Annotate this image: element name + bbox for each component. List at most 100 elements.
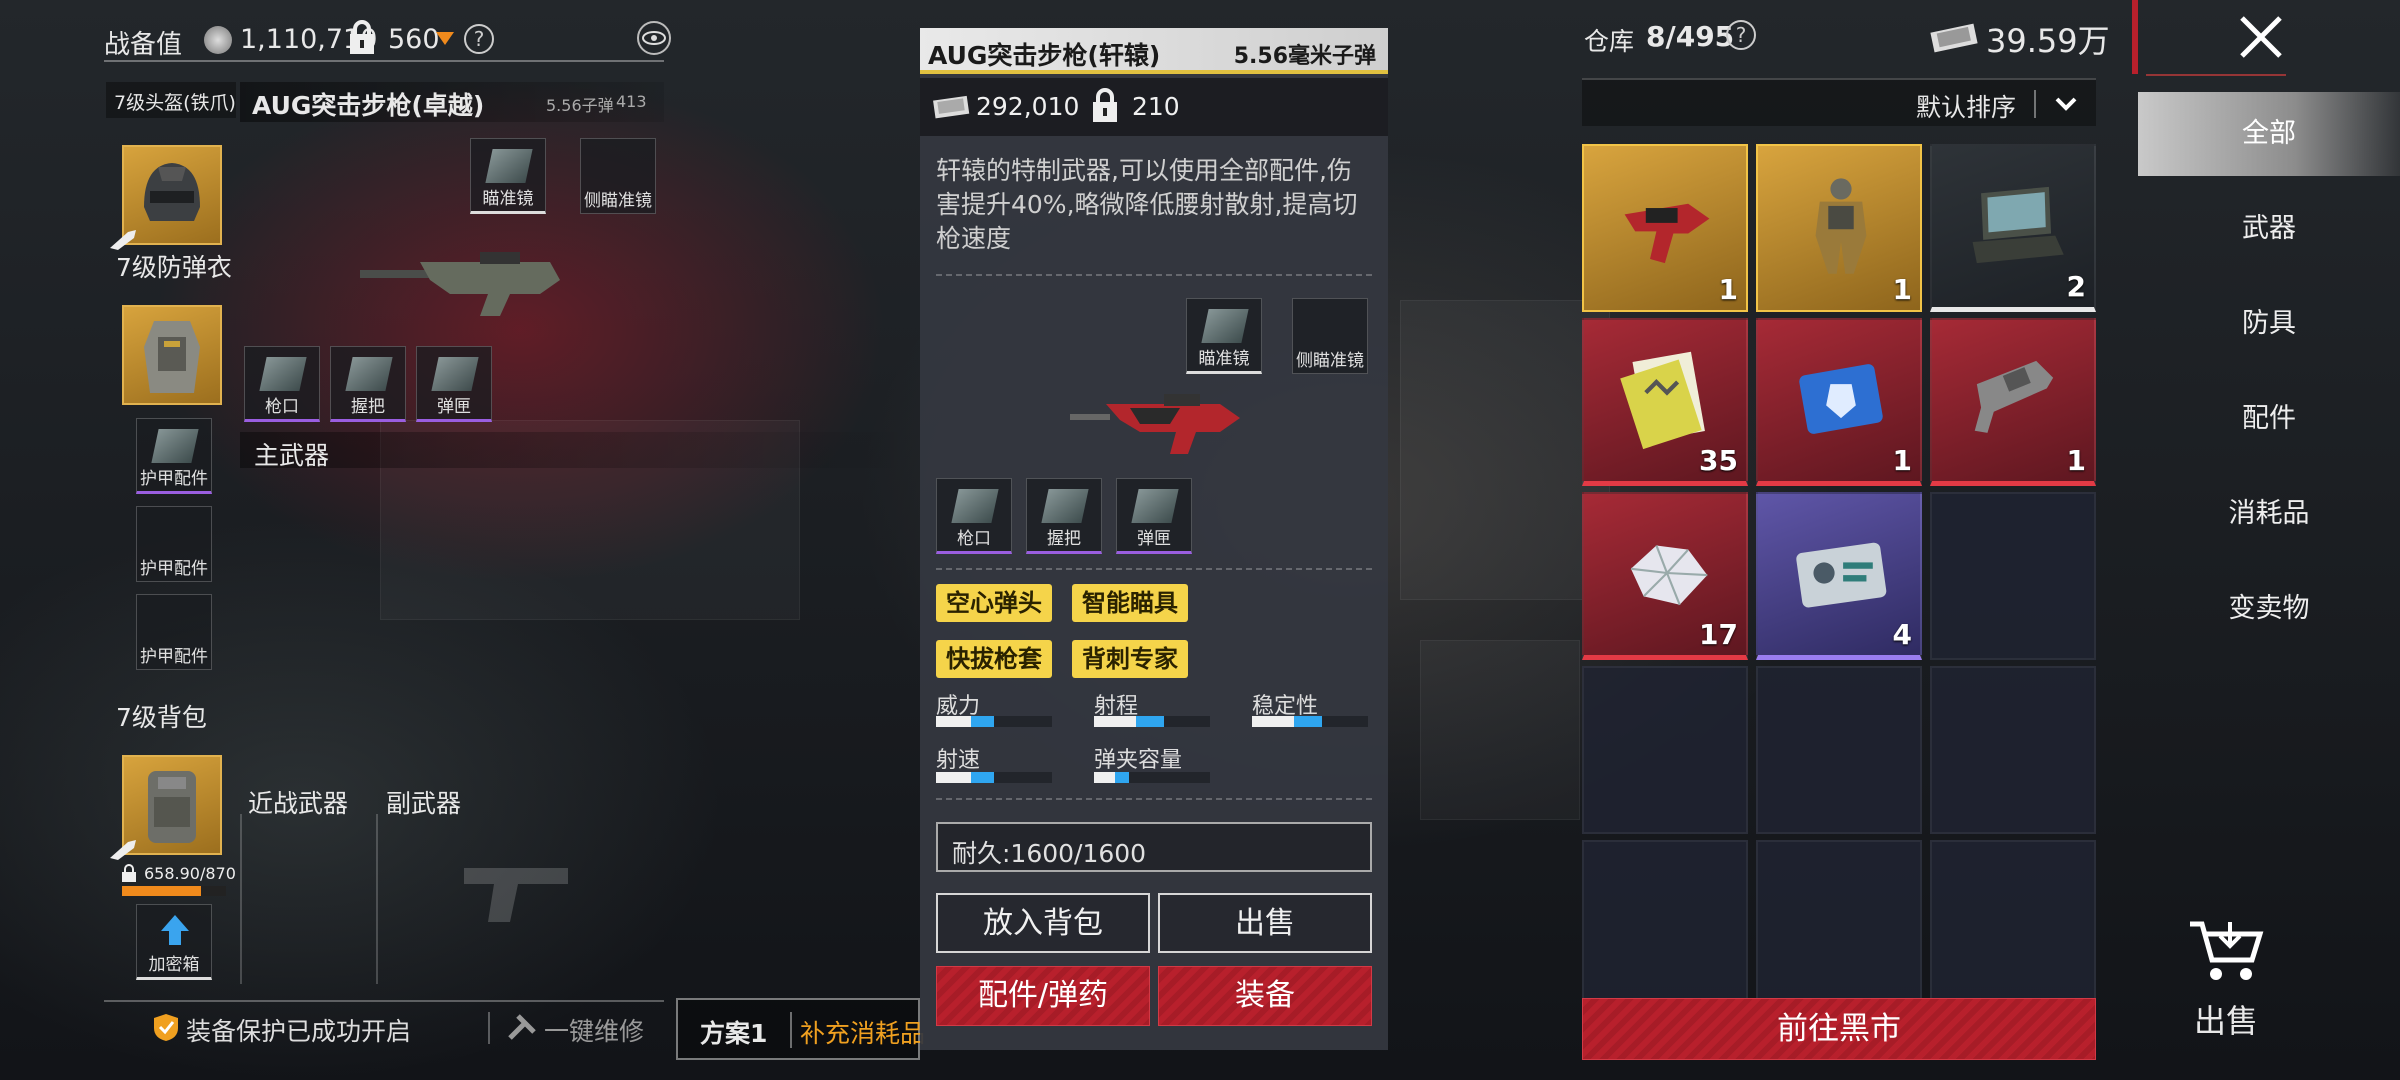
magazine-icon xyxy=(431,357,479,391)
inventory-empty-slot[interactable] xyxy=(1930,840,2096,1008)
black-market-button[interactable]: 前往黑市 xyxy=(1582,998,2096,1060)
detail-rifle-image xyxy=(1070,390,1250,460)
body-armor-icon xyxy=(144,321,200,393)
detail-scope-label: 瞄准镜 xyxy=(1198,349,1250,369)
detail-muzzle-slot[interactable]: 枪口 xyxy=(936,478,1012,554)
put-in-backpack-button[interactable]: 放入背包 xyxy=(936,893,1150,953)
inventory-empty-slot[interactable] xyxy=(1756,840,1922,1008)
chevron-down-icon[interactable] xyxy=(2054,94,2078,114)
shopping-cart-icon[interactable] xyxy=(2186,916,2266,986)
armor-attachment-slot-3[interactable]: 护甲配件 xyxy=(136,594,212,670)
sidebar-item-sellables[interactable]: 变卖物 xyxy=(2138,567,2400,651)
warehouse-count: 8/495 xyxy=(1646,20,1735,53)
muzzle-slot-left[interactable]: 枪口 xyxy=(244,346,320,422)
crate-slot[interactable]: 加密箱 xyxy=(136,904,212,980)
plan-sep xyxy=(790,1012,792,1048)
secondary-slot[interactable] xyxy=(376,814,666,984)
backpack-icon xyxy=(148,771,196,843)
question-circle-icon[interactable]: ? xyxy=(464,24,494,54)
equipped-rifle-image[interactable] xyxy=(360,250,570,320)
shield-check-icon xyxy=(152,1012,180,1042)
inventory-empty-slot[interactable] xyxy=(1930,666,2096,834)
scope-label-left: 瞄准镜 xyxy=(482,189,534,209)
mag-slot-left[interactable]: 弹匣 xyxy=(416,346,492,422)
sort-label[interactable]: 默认排序 xyxy=(1916,88,2016,124)
pistol-icon xyxy=(464,868,568,922)
repair-badge-icon-2 xyxy=(108,838,138,860)
sell-button[interactable]: 出售 xyxy=(1158,893,1372,953)
tag-quick-holster[interactable]: 快拔枪套 xyxy=(936,640,1052,678)
inventory-item-7[interactable]: 17 xyxy=(1582,492,1748,660)
plate-icon xyxy=(151,429,199,463)
stat-magazine-bar xyxy=(1094,772,1210,783)
dropdown-arrow-icon[interactable] xyxy=(436,32,454,45)
crystal-card-icon xyxy=(1788,344,1894,454)
sidebar-item-all[interactable]: 全部 xyxy=(2138,92,2400,176)
armor-attachment-slot-1[interactable]: 护甲配件 xyxy=(136,418,212,494)
detail-grip-slot[interactable]: 握把 xyxy=(1026,478,1102,554)
armor-attachment-slot-2[interactable]: 护甲配件 xyxy=(136,506,212,582)
tag-backstab[interactable]: 背刺专家 xyxy=(1072,640,1188,678)
capacity-bar xyxy=(122,886,226,896)
inventory-empty-slot[interactable] xyxy=(1930,492,2096,660)
inventory-item-8[interactable]: 4 xyxy=(1756,492,1922,660)
sidebar-item-weapons[interactable]: 武器 xyxy=(2138,187,2400,271)
equip-button[interactable]: 装备 xyxy=(1158,966,1372,1026)
sidebar-item-consumables[interactable]: 消耗品 xyxy=(2138,472,2400,556)
side-scope-label-left: 侧瞄准镜 xyxy=(584,191,652,211)
eye-icon[interactable] xyxy=(634,20,674,56)
supply-button[interactable]: 补充消耗品 xyxy=(800,1014,925,1050)
detail-mag-slot[interactable]: 弹匣 xyxy=(1116,478,1192,554)
detail-ammo-type: 5.56毫米子弹 xyxy=(1233,44,1376,69)
scope-slot-left[interactable]: 瞄准镜 xyxy=(470,138,546,214)
sidebar-item-attachments[interactable]: 配件 xyxy=(2138,377,2400,461)
inventory-item-3[interactable]: 2 xyxy=(1930,144,2096,312)
laptop-icon xyxy=(1962,170,2068,280)
inventory-empty-slot[interactable] xyxy=(1582,666,1748,834)
sidebar-sell-label[interactable]: 出售 xyxy=(2194,996,2258,1042)
close-icon[interactable] xyxy=(2236,12,2286,62)
inventory-item-2[interactable]: 1 xyxy=(1756,144,1922,312)
muzzle-icon-detail xyxy=(951,489,999,523)
inventory-item-1[interactable]: 1 xyxy=(1582,144,1748,312)
stat-range-fill xyxy=(1094,716,1164,727)
inventory-item-6[interactable]: 1 xyxy=(1930,318,2096,486)
detail-muzzle-label: 枪口 xyxy=(957,529,991,549)
warehouse-help-icon[interactable]: ? xyxy=(1726,20,1756,50)
detail-price-bar: 292,010 210 xyxy=(920,78,1388,136)
primary-weapon-label: 主武器 xyxy=(254,441,330,470)
parts-ammo-button[interactable]: 配件/弹药 xyxy=(936,966,1150,1026)
armor-slot[interactable] xyxy=(122,305,222,405)
detail-divider-1 xyxy=(936,274,1372,276)
tag-hollow-point[interactable]: 空心弹头 xyxy=(936,584,1052,622)
repair-all-button[interactable]: 一键维修 xyxy=(544,1012,644,1048)
inventory-empty-slot[interactable] xyxy=(1582,840,1748,1008)
tag-smart-sight[interactable]: 智能瞄具 xyxy=(1072,584,1188,622)
stat-power-bar xyxy=(936,716,1052,727)
grip-label-left: 握把 xyxy=(351,397,385,417)
armor-attachment-label-3: 护甲配件 xyxy=(140,647,208,667)
item-count: 1 xyxy=(1718,273,1738,306)
detail-scope-slot[interactable]: 瞄准镜 xyxy=(1186,298,1262,374)
muzzle-label-left: 枪口 xyxy=(265,397,299,417)
detail-title: AUG突击步枪(轩辕) xyxy=(928,41,1161,70)
protection-text: 装备保护已成功开启 xyxy=(186,1017,412,1046)
inventory-empty-slot[interactable] xyxy=(1756,666,1922,834)
repair-tools-icon[interactable] xyxy=(506,1012,538,1042)
melee-slot[interactable] xyxy=(240,814,372,984)
sidebar-item-armor[interactable]: 防具 xyxy=(2138,282,2400,366)
detail-weight: 210 xyxy=(1132,92,1180,121)
weight-lock-icon xyxy=(1088,88,1122,124)
plan-selector[interactable]: 方案1 补充消耗品 xyxy=(676,998,925,1060)
capacity-bar-fill xyxy=(122,886,202,896)
inventory-item-4[interactable]: 35 xyxy=(1582,318,1748,486)
header-divider xyxy=(104,60,664,62)
detail-divider-3 xyxy=(936,798,1372,800)
grip-slot-left[interactable]: 握把 xyxy=(330,346,406,422)
scene-poster xyxy=(1420,640,1580,820)
document-icon xyxy=(1614,344,1720,454)
inventory-item-5[interactable]: 1 xyxy=(1756,318,1922,486)
scope-icon xyxy=(485,149,533,183)
detail-side-scope-slot[interactable]: 侧瞄准镜 xyxy=(1292,298,1368,374)
side-scope-slot-left[interactable]: 侧瞄准镜 xyxy=(580,138,656,214)
